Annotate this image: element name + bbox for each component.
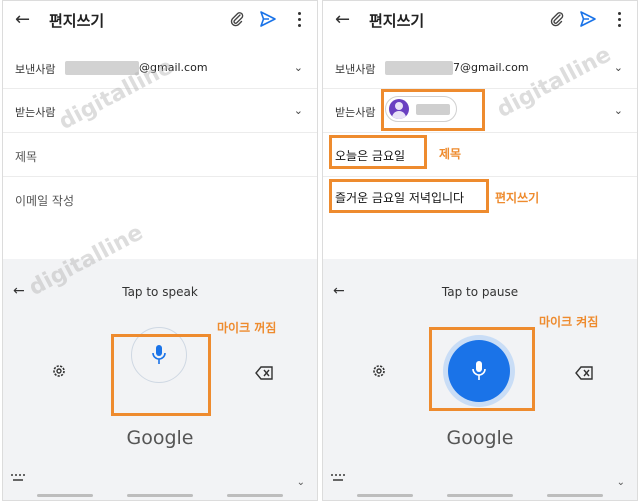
redacted-email — [385, 61, 453, 75]
more-vert-icon[interactable] — [293, 9, 307, 29]
voice-prompt: Tap to speak — [122, 285, 198, 299]
send-icon[interactable] — [579, 10, 597, 32]
body-highlight-box — [329, 179, 489, 213]
redacted-email — [65, 61, 139, 75]
from-label: 보낸사람 — [335, 63, 376, 76]
paperclip-icon[interactable] — [229, 11, 245, 31]
nav-bar — [323, 492, 637, 500]
body-placeholder: 이메일 작성 — [15, 194, 75, 208]
google-logo: Google — [126, 427, 194, 449]
mic-off-annotation: 마이크 꺼짐 — [217, 321, 277, 335]
mic-highlight-box — [111, 334, 211, 416]
chevron-down-icon[interactable]: ⌄ — [614, 61, 623, 74]
keyboard-icon[interactable] — [331, 467, 345, 486]
chevron-down-icon[interactable]: ⌄ — [294, 61, 303, 74]
mic-on-annotation: 마이크 켜짐 — [539, 315, 599, 329]
page-title: 편지쓰기 — [49, 12, 105, 30]
google-logo: Google — [446, 427, 514, 449]
chevron-down-icon[interactable]: ⌄ — [294, 104, 303, 117]
to-label: 받는사람 — [15, 106, 56, 119]
from-email-domain: 7@gmail.com — [453, 61, 529, 74]
backspace-icon[interactable] — [575, 365, 593, 384]
from-email-domain: @gmail.com — [139, 61, 208, 74]
send-icon[interactable] — [259, 10, 277, 32]
arrow-left-icon[interactable]: ← — [335, 9, 350, 30]
compose-screen-mic-off: ← 편지쓰기 보낸사람 @gmail.com ⌄ 받는사람 ⌄ 제목 이메일 작… — [2, 0, 318, 501]
body-annotation: 편지쓰기 — [495, 191, 540, 205]
backspace-icon[interactable] — [255, 365, 273, 384]
page-title: 편지쓰기 — [369, 12, 425, 30]
mic-highlight-box — [429, 327, 535, 411]
chevron-down-icon[interactable]: ⌄ — [297, 477, 305, 488]
subject-field[interactable]: 제목 — [3, 133, 317, 177]
app-bar: ← 편지쓰기 — [3, 1, 317, 39]
to-row[interactable]: 받는사람 ⌄ — [3, 89, 317, 133]
compose-screen-mic-on: ← 편지쓰기 보낸사람 7@gmail.com ⌄ 받는사람 ⌄ 오늘은 금요일… — [322, 0, 638, 501]
body-field[interactable]: 이메일 작성 — [3, 177, 317, 221]
subject-annotation: 제목 — [439, 147, 462, 161]
gear-icon[interactable] — [371, 363, 387, 383]
to-label: 받는사람 — [335, 106, 376, 119]
recipient-highlight-box — [381, 89, 485, 131]
keyboard-icon[interactable] — [11, 467, 25, 486]
arrow-left-icon[interactable]: ← — [15, 9, 30, 30]
paperclip-icon[interactable] — [549, 11, 565, 31]
subject-placeholder: 제목 — [15, 150, 38, 164]
subject-highlight-box — [329, 135, 427, 169]
nav-bar — [3, 492, 317, 500]
chevron-down-icon[interactable]: ⌄ — [614, 104, 623, 117]
more-vert-icon[interactable] — [613, 9, 627, 29]
voice-prompt: Tap to pause — [441, 285, 519, 299]
chevron-down-icon[interactable]: ⌄ — [617, 477, 625, 488]
app-bar: ← 편지쓰기 — [323, 1, 637, 39]
from-row[interactable]: 보낸사람 @gmail.com ⌄ — [3, 47, 317, 89]
from-label: 보낸사람 — [15, 63, 56, 76]
gear-icon[interactable] — [51, 363, 67, 383]
from-row[interactable]: 보낸사람 7@gmail.com ⌄ — [323, 47, 637, 89]
